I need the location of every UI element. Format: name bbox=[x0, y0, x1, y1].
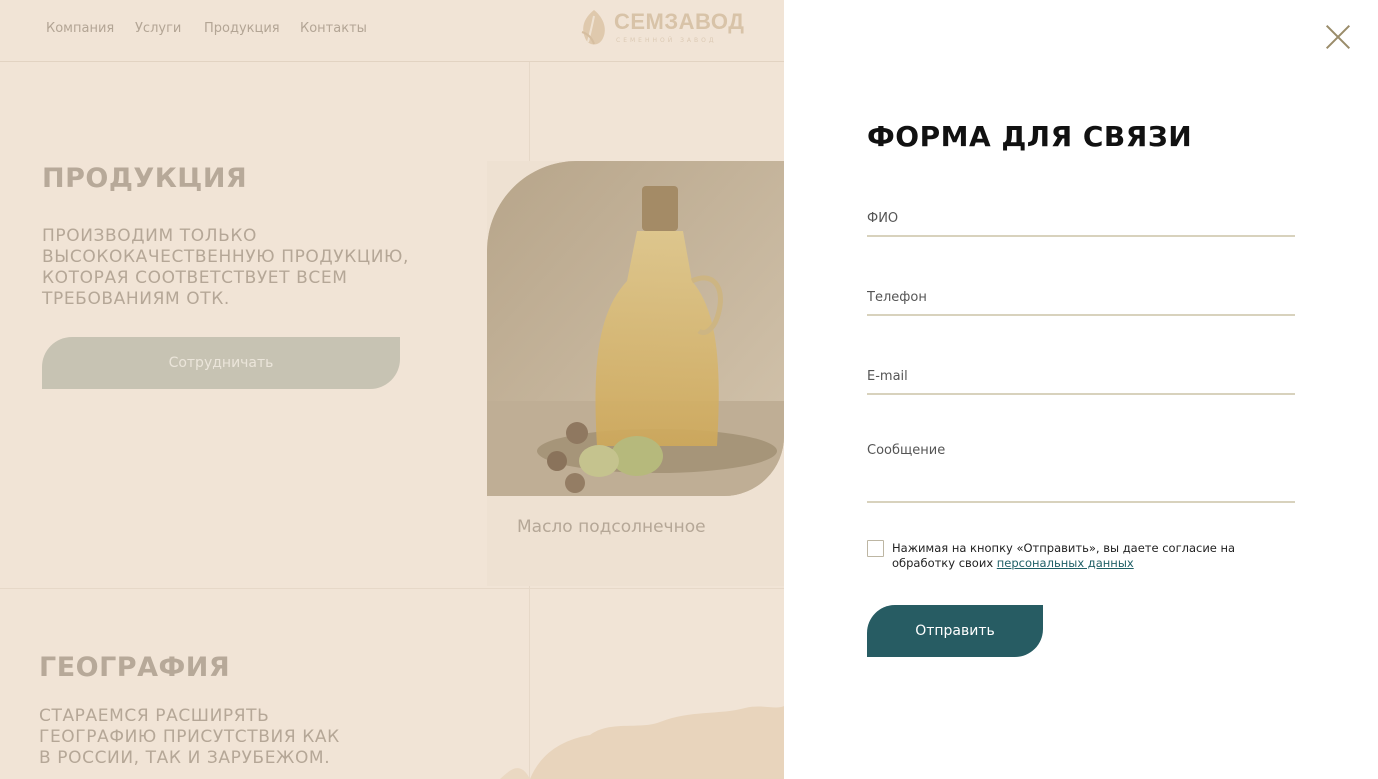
form-title: ФОРМА ДЛЯ СВЯЗИ bbox=[867, 120, 1193, 153]
geography-title: ГЕОГРАФИЯ bbox=[39, 652, 231, 683]
phone-field-wrapper bbox=[867, 286, 1295, 316]
personal-data-link[interactable]: персональных данных bbox=[997, 556, 1134, 570]
grid-divider-horizontal bbox=[0, 588, 784, 589]
product-name: Масло подсолнечное bbox=[517, 517, 706, 537]
consent-text: Нажимая на кнопку «Отправить», вы даете … bbox=[892, 541, 1297, 571]
logo-name: СЕМЗАВОД bbox=[614, 9, 745, 34]
nav-item-contacts[interactable]: Контакты bbox=[300, 21, 367, 36]
products-description-line: ТРЕБОВАНИЯМ ОТК. bbox=[42, 289, 230, 309]
name-field-wrapper bbox=[867, 207, 1295, 237]
nav-item-company[interactable]: Компания bbox=[46, 21, 114, 36]
product-image bbox=[487, 161, 784, 496]
email-input[interactable] bbox=[867, 369, 1295, 384]
logo-tagline: СЕМЕННОЙ ЗАВОД bbox=[616, 37, 717, 44]
message-field-wrapper bbox=[867, 443, 1295, 503]
products-description-line: ВЫСОКОКАЧЕСТВЕННУЮ ПРОДУКЦИЮ, bbox=[42, 247, 409, 267]
close-icon[interactable] bbox=[1325, 24, 1351, 50]
products-title: ПРОДУКЦИЯ bbox=[42, 163, 248, 194]
nav-item-services[interactable]: Услуги bbox=[135, 21, 181, 36]
leaf-logo-icon bbox=[581, 10, 605, 45]
phone-input[interactable] bbox=[867, 290, 1295, 305]
product-card[interactable]: Масло подсолнечное bbox=[487, 161, 784, 586]
message-textarea[interactable] bbox=[867, 443, 1295, 488]
background-page: Компания Услуги Продукция Контакты СЕМЗА… bbox=[0, 0, 784, 779]
oil-bottle-image bbox=[487, 161, 784, 496]
nav-item-products[interactable]: Продукция bbox=[204, 21, 280, 36]
geography-description-line: СТАРАЕМСЯ РАСШИРЯТЬ bbox=[39, 706, 270, 726]
consent-checkbox[interactable] bbox=[867, 540, 884, 557]
products-description-line: КОТОРАЯ СООТВЕТСТВУЕТ ВСЕМ bbox=[42, 268, 348, 288]
email-field-wrapper bbox=[867, 365, 1295, 395]
geography-description-line: В РОССИИ, ТАК И ЗАРУБЕЖОМ. bbox=[39, 748, 331, 768]
products-description: ПРОИЗВОДИМ ТОЛЬКО ВЫСОКОКАЧЕСТВЕННУЮ ПРО… bbox=[42, 226, 409, 310]
site-logo[interactable]: СЕМЗАВОД СЕМЕННОЙ ЗАВОД bbox=[578, 8, 748, 50]
name-input[interactable] bbox=[867, 211, 1295, 226]
submit-button[interactable]: Отправить bbox=[867, 605, 1043, 657]
cooperate-button[interactable]: Сотрудничать bbox=[42, 337, 400, 389]
products-description-line: ПРОИЗВОДИМ ТОЛЬКО bbox=[42, 226, 258, 246]
geography-description: СТАРАЕМСЯ РАСШИРЯТЬ ГЕОГРАФИЮ ПРИСУТСТВИ… bbox=[39, 706, 340, 769]
map-image bbox=[500, 706, 784, 779]
top-navigation: Компания Услуги Продукция Контакты СЕМЗА… bbox=[0, 0, 784, 62]
geography-description-line: ГЕОГРАФИЮ ПРИСУТСТВИЯ КАК bbox=[39, 727, 340, 747]
